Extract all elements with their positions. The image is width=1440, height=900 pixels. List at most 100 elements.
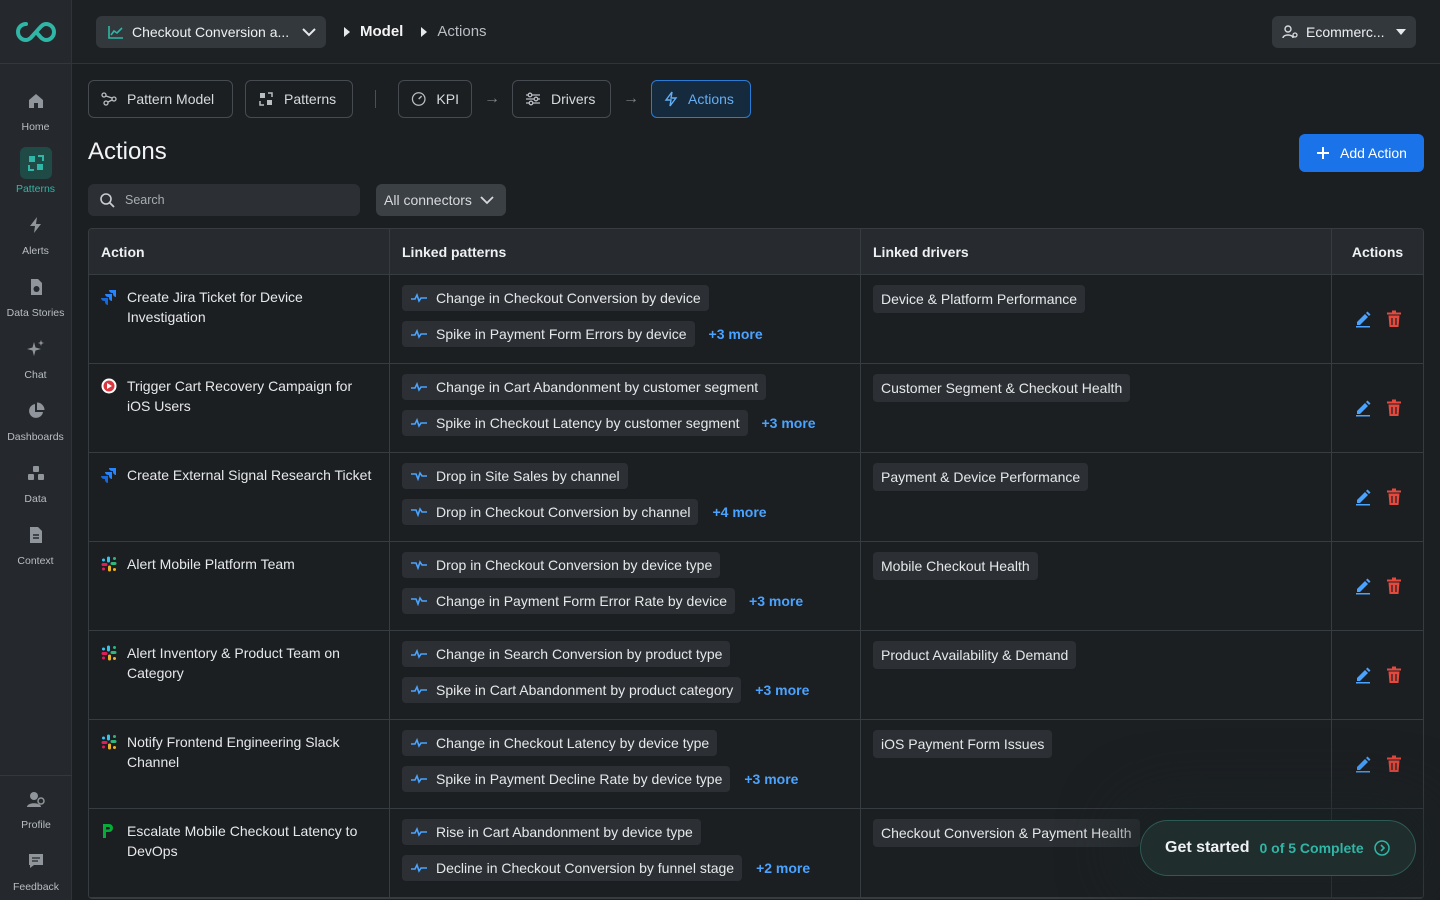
add-action-button[interactable]: Add Action [1299,134,1424,172]
table-row[interactable]: Alert Mobile Platform Team Drop in Check… [89,542,1423,631]
table-row[interactable]: Alert Inventory & Product Team on Catego… [89,631,1423,720]
action-name[interactable]: Escalate Mobile Checkout Latency to DevO… [127,821,377,887]
action-name[interactable]: Create External Signal Research Ticket [127,465,371,531]
pattern-chip[interactable]: Change in Payment Form Error Rate by dev… [402,588,736,614]
more-patterns-link[interactable]: +3 more [744,771,798,787]
driver-chip[interactable]: Customer Segment & Checkout Health [873,374,1131,402]
pattern-chip[interactable]: Change in Search Conversion by product t… [402,641,731,667]
data-icon [20,457,52,489]
get-started-widget[interactable]: Get started 0 of 5 Complete [1140,820,1416,876]
table-row[interactable]: Trigger Cart Recovery Campaign for iOS U… [89,364,1423,453]
edit-icon[interactable] [1354,755,1372,773]
more-patterns-link[interactable]: +3 more [709,326,763,342]
pattern-chip[interactable]: Spike in Payment Form Errors by device [402,321,695,347]
action-name[interactable]: Trigger Cart Recovery Campaign for iOS U… [127,376,377,442]
sidebar-item-data-stories[interactable]: Data Stories [0,264,71,326]
driver-chip[interactable]: iOS Payment Form Issues [873,730,1053,758]
driver-chip[interactable]: Mobile Checkout Health [873,552,1038,580]
column-header-linked-patterns[interactable]: Linked patterns [390,229,861,274]
pattern-label: Spike in Checkout Latency by customer se… [436,415,740,431]
driver-chip[interactable]: Device & Platform Performance [873,285,1086,313]
pattern-chip[interactable]: Rise in Cart Abandonment by device type [402,819,701,845]
action-name[interactable]: Create Jira Ticket for Device Investigat… [127,287,377,353]
edit-icon[interactable] [1354,666,1372,684]
model-tabs: Pattern Model Patterns KPI → Drivers → A… [88,80,751,118]
linked-drivers-cell: iOS Payment Form Issues [861,720,1332,808]
sidebar-item-home[interactable]: Home [0,78,71,140]
more-patterns-link[interactable]: +3 more [749,593,803,609]
pattern-chip[interactable]: Change in Checkout Latency by device typ… [402,730,718,756]
connector-filter[interactable]: All connectors [376,184,506,216]
more-patterns-link[interactable]: +2 more [756,860,810,876]
tab-drivers[interactable]: Drivers [512,80,611,118]
sidebar-item-profile[interactable]: Profile [0,776,72,838]
breadcrumb-model[interactable]: Model [360,23,403,40]
trash-icon[interactable] [1386,577,1402,595]
tab-pattern-model[interactable]: Pattern Model [88,80,233,118]
sidebar-item-label: Alerts [22,245,49,257]
trash-icon[interactable] [1386,755,1402,773]
trash-icon[interactable] [1386,666,1402,684]
chart-icon [108,25,123,39]
trend-spark-icon [411,560,427,570]
pattern-chip[interactable]: Drop in Checkout Conversion by channel [402,499,699,525]
jira-icon [101,289,117,305]
sidebar-item-data[interactable]: Data [0,450,71,512]
pattern-label: Change in Payment Form Error Rate by dev… [436,593,728,609]
column-header-linked-drivers[interactable]: Linked drivers [861,229,1332,274]
edit-icon[interactable] [1354,577,1372,595]
action-cell: Trigger Cart Recovery Campaign for iOS U… [89,364,390,452]
trash-icon[interactable] [1386,399,1402,417]
sidebar-item-context[interactable]: Context [0,512,71,574]
more-patterns-link[interactable]: +4 more [712,504,766,520]
more-patterns-link[interactable]: +3 more [755,682,809,698]
driver-chip[interactable]: Checkout Conversion & Payment Health [873,819,1140,847]
sidebar-item-dashboards[interactable]: Dashboards [0,388,71,450]
driver-chip[interactable]: Payment & Device Performance [873,463,1089,491]
workspace-select[interactable]: Ecommerc... [1272,16,1416,48]
jira-icon [101,467,117,483]
sidebar-item-alerts[interactable]: Alerts [0,202,71,264]
table-row[interactable]: Create Jira Ticket for Device Investigat… [89,275,1423,364]
pattern-label: Change in Search Conversion by product t… [436,646,723,662]
column-header-action[interactable]: Action [89,229,390,274]
table-row[interactable]: Notify Frontend Engineering Slack Channe… [89,720,1423,809]
pattern-chip[interactable]: Spike in Cart Abandonment by product cat… [402,677,742,703]
action-name[interactable]: Alert Inventory & Product Team on Catego… [127,643,377,709]
tab-actions[interactable]: Actions [651,80,751,118]
row-actions-cell [1332,542,1423,630]
trend-spark-icon [411,329,427,339]
sidebar-item-feedback[interactable]: Feedback [0,838,72,900]
action-name[interactable]: Notify Frontend Engineering Slack Channe… [127,732,377,798]
edit-icon[interactable] [1354,488,1372,506]
sidebar-item-patterns[interactable]: Patterns [0,140,71,202]
pattern-chip[interactable]: Drop in Site Sales by channel [402,463,628,489]
tab-patterns[interactable]: Patterns [245,80,353,118]
trend-spark-icon [411,471,427,481]
trash-icon[interactable] [1386,310,1402,328]
more-patterns-link[interactable]: +3 more [762,415,816,431]
edit-icon[interactable] [1354,399,1372,417]
pattern-chip[interactable]: Decline in Checkout Conversion by funnel… [402,855,743,881]
table-row[interactable]: Create External Signal Research Ticket D… [89,453,1423,542]
column-header-actions: Actions [1351,243,1404,260]
trash-icon[interactable] [1386,488,1402,506]
pattern-chip[interactable]: Drop in Checkout Conversion by device ty… [402,552,721,578]
pattern-label: Spike in Cart Abandonment by product cat… [436,682,734,698]
search-input[interactable] [125,193,345,207]
edit-icon[interactable] [1354,310,1372,328]
pattern-chip[interactable]: Spike in Payment Decline Rate by device … [402,766,731,792]
action-name[interactable]: Alert Mobile Platform Team [127,554,295,620]
tab-label: Actions [688,91,734,107]
arrow-right-icon: → [484,90,500,107]
pattern-chip[interactable]: Spike in Checkout Latency by customer se… [402,410,748,436]
pattern-chip[interactable]: Change in Checkout Conversion by device [402,285,709,311]
app-logo[interactable] [0,0,71,64]
pattern-chip[interactable]: Change in Cart Abandonment by customer s… [402,374,767,400]
sidebar-item-label: Dashboards [7,431,64,443]
sidebar-item-chat[interactable]: Chat [0,326,71,388]
linked-patterns-cell: Drop in Site Sales by channel Drop in Ch… [390,453,861,541]
driver-chip[interactable]: Product Availability & Demand [873,641,1077,669]
tab-kpi[interactable]: KPI [398,80,472,118]
kpi-select[interactable]: Checkout Conversion a... [96,15,326,48]
